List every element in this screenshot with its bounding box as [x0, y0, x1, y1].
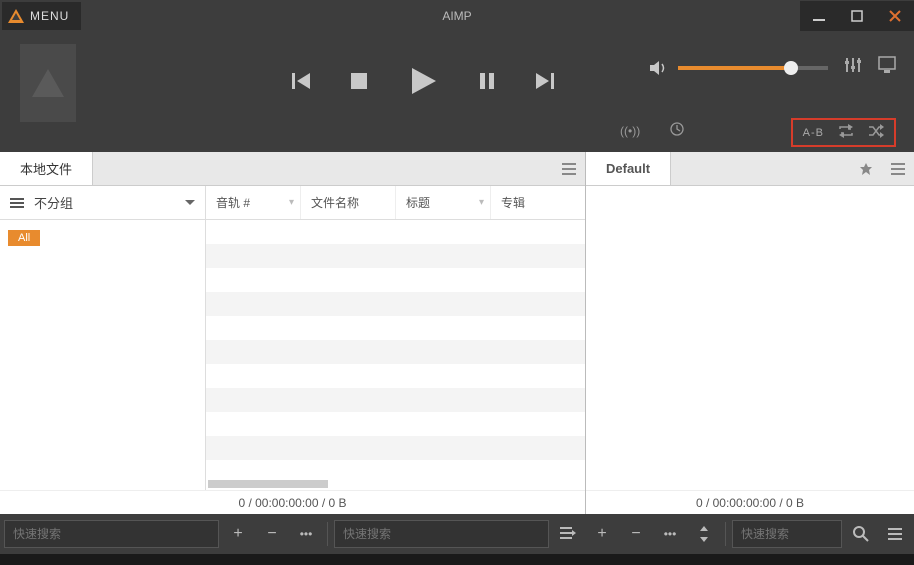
pause-button[interactable] — [476, 70, 498, 92]
favorite-icon[interactable] — [850, 152, 882, 185]
volume-slider[interactable] — [678, 66, 828, 70]
visualization-button[interactable] — [878, 56, 896, 79]
maximize-button[interactable] — [838, 1, 876, 31]
placeholder-icon — [32, 69, 64, 97]
previous-button[interactable] — [290, 70, 312, 92]
search-icon[interactable] — [846, 519, 876, 549]
volume-fill — [678, 66, 791, 70]
radio-icon[interactable]: ((•)) — [620, 124, 640, 138]
library-body: All — [0, 220, 585, 490]
filter-icon[interactable]: ▾ — [289, 197, 294, 208]
add-button[interactable]: + — [223, 519, 253, 549]
playlist-search-input[interactable] — [732, 520, 842, 548]
bottom-bar: + − ••• + − ••• — [0, 514, 914, 554]
playlist-add-button[interactable]: + — [587, 519, 617, 549]
play-button[interactable] — [406, 64, 440, 98]
playlist-status: 0 / 00:00:00:00 / 0 B — [586, 490, 914, 514]
column-filename[interactable]: 文件名称 — [301, 186, 396, 219]
more-button[interactable]: ••• — [291, 519, 321, 549]
extra-controls-left: ((•)) — [620, 122, 684, 139]
app-title: AIMP — [442, 9, 471, 23]
group-label: 不分组 — [34, 193, 73, 212]
bottom-menu-icon[interactable] — [880, 519, 910, 549]
hamburger-icon — [10, 198, 24, 208]
center-search-input[interactable] — [334, 520, 549, 548]
clock-icon[interactable] — [670, 122, 684, 139]
playlist-pane: Default 0 / 00:00:00:00 / 0 B — [586, 152, 914, 514]
equalizer-button[interactable] — [844, 56, 862, 79]
library-search-input[interactable] — [4, 520, 219, 548]
repeat-shuffle-controls: A-B — [791, 118, 896, 147]
repeat-button[interactable] — [838, 124, 854, 141]
group-sidebar: All — [0, 220, 206, 490]
volume-area — [648, 56, 896, 79]
stop-button[interactable] — [348, 70, 370, 92]
library-tab-header: 本地文件 — [0, 152, 585, 186]
window-controls — [800, 1, 914, 31]
horizontal-scrollbar[interactable] — [208, 480, 328, 488]
volume-thumb[interactable] — [784, 61, 798, 75]
content-area: 本地文件 不分组 音轨 #▾ 文件名称 标题▾ 专辑 All — [0, 152, 914, 514]
app-logo-icon — [8, 9, 24, 23]
close-button[interactable] — [876, 1, 914, 31]
playlist-menu-icon[interactable] — [882, 152, 914, 185]
album-art-placeholder[interactable] — [20, 44, 76, 122]
track-list[interactable] — [206, 220, 585, 490]
filter-icon[interactable]: ▾ — [479, 197, 484, 208]
column-album[interactable]: 专辑 — [491, 186, 585, 219]
all-tag[interactable]: All — [8, 230, 40, 246]
playlist-list[interactable] — [586, 186, 914, 490]
menu-button[interactable]: MENU — [2, 2, 81, 30]
column-title[interactable]: 标题▾ — [396, 186, 491, 219]
library-pane: 本地文件 不分组 音轨 #▾ 文件名称 标题▾ 专辑 All — [0, 152, 586, 514]
title-bar: MENU AIMP — [0, 0, 914, 32]
shuffle-button[interactable] — [868, 124, 884, 141]
playlist-tab-header: Default — [586, 152, 914, 186]
next-button[interactable] — [534, 70, 556, 92]
remove-button[interactable]: − — [257, 519, 287, 549]
ab-repeat-button[interactable]: A-B — [803, 127, 824, 139]
playlist-more-button[interactable]: ••• — [655, 519, 685, 549]
minimize-button[interactable] — [800, 1, 838, 31]
transport-controls — [290, 64, 556, 98]
library-status: 0 / 00:00:00:00 / 0 B — [0, 490, 585, 514]
menu-label: MENU — [30, 9, 69, 23]
library-columns-header: 不分组 音轨 #▾ 文件名称 标题▾ 专辑 — [0, 186, 585, 220]
sort-toggle-button[interactable] — [689, 519, 719, 549]
column-track-number[interactable]: 音轨 #▾ — [206, 186, 301, 219]
dropdown-icon — [185, 200, 195, 205]
playlist-remove-button[interactable]: − — [621, 519, 651, 549]
tab-local-files[interactable]: 本地文件 — [0, 152, 93, 185]
sort-menu-button[interactable] — [553, 519, 583, 549]
player-area: ((•)) A-B — [0, 32, 914, 152]
library-menu-icon[interactable] — [553, 152, 585, 185]
tab-default[interactable]: Default — [586, 152, 671, 185]
group-selector[interactable]: 不分组 — [0, 186, 206, 219]
volume-icon[interactable] — [648, 58, 668, 78]
